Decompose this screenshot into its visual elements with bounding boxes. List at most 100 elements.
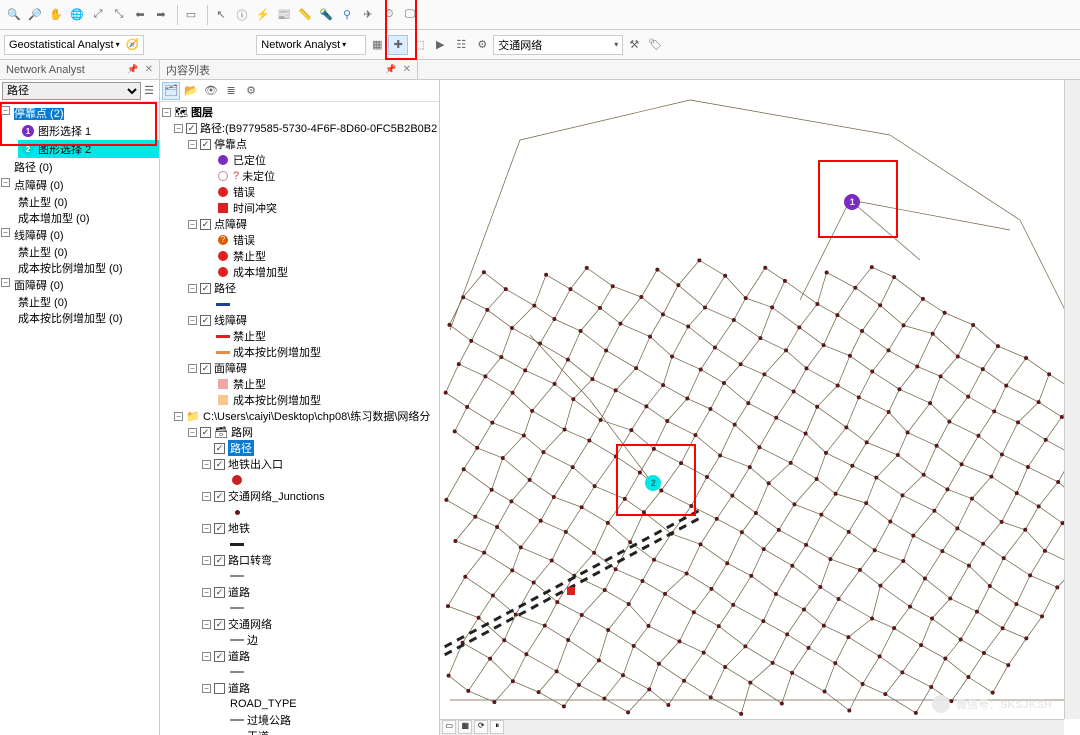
- collapse-icon[interactable]: −: [1, 228, 10, 237]
- list-by-source-icon[interactable]: 📂: [182, 82, 200, 100]
- na-layer-props-icon[interactable]: ☰: [141, 83, 157, 99]
- collapse-icon[interactable]: −: [188, 364, 197, 373]
- collapse-icon[interactable]: −: [162, 108, 171, 117]
- na-line-barriers[interactable]: 线障碍 (0): [14, 230, 64, 242]
- toc-selected-layer[interactable]: 路径: [228, 440, 254, 456]
- collapse-icon[interactable]: −: [188, 284, 197, 293]
- pause-icon[interactable]: ⏸: [490, 720, 504, 734]
- na-build-icon[interactable]: ⚒: [624, 35, 644, 55]
- collapse-icon[interactable]: −: [1, 178, 10, 187]
- close-icon[interactable]: ✕: [403, 64, 411, 75]
- na-point-barriers[interactable]: 点障碍 (0): [14, 180, 64, 192]
- time-slider-icon[interactable]: ⏱: [379, 5, 399, 25]
- checkbox[interactable]: [200, 219, 211, 230]
- list-by-selection-icon[interactable]: ≣: [222, 82, 240, 100]
- checkbox[interactable]: [200, 427, 211, 438]
- checkbox[interactable]: [186, 123, 197, 134]
- options-icon[interactable]: ⚙: [242, 82, 260, 100]
- na-props-icon[interactable]: ⚙: [472, 35, 492, 55]
- html-popup-icon[interactable]: 📰: [274, 5, 294, 25]
- checkbox[interactable]: [214, 651, 225, 662]
- geostat-analyst-menu[interactable]: Geostatistical Analyst ▾ 🧭: [4, 35, 144, 55]
- zoom-in-icon[interactable]: 🔍: [4, 5, 24, 25]
- collapse-icon[interactable]: −: [202, 652, 211, 661]
- select-icon[interactable]: ▭: [181, 5, 201, 25]
- collapse-icon[interactable]: −: [202, 556, 211, 565]
- na-directions-icon[interactable]: ☷: [451, 35, 471, 55]
- checkbox[interactable]: [214, 683, 225, 694]
- collapse-icon[interactable]: −: [202, 588, 211, 597]
- na-gb-restrict[interactable]: 禁止型 (0): [18, 294, 159, 310]
- collapse-icon[interactable]: −: [174, 412, 183, 421]
- identify-icon[interactable]: ⓘ: [232, 5, 252, 25]
- na-layer-select[interactable]: 路径: [2, 82, 141, 100]
- collapse-icon[interactable]: −: [202, 492, 211, 501]
- find-icon[interactable]: 🔦: [316, 5, 336, 25]
- layout-view-tab[interactable]: ▦: [458, 720, 472, 734]
- checkbox[interactable]: [200, 283, 211, 294]
- collapse-icon[interactable]: −: [188, 140, 197, 149]
- na-stops[interactable]: 停靠点 (2): [14, 108, 64, 120]
- list-by-drawing-icon[interactable]: 🗂: [162, 82, 180, 100]
- checkbox[interactable]: [200, 315, 211, 326]
- checkbox[interactable]: [214, 491, 225, 502]
- collapse-icon[interactable]: −: [1, 278, 10, 287]
- collapse-icon[interactable]: −: [188, 220, 197, 229]
- collapse-icon[interactable]: −: [188, 316, 197, 325]
- checkbox[interactable]: [200, 139, 211, 150]
- pan-icon[interactable]: ✋: [46, 5, 66, 25]
- back-extent-icon[interactable]: ⬅: [130, 5, 150, 25]
- fwd-extent-icon[interactable]: ➡: [151, 5, 171, 25]
- zoom-out-icon[interactable]: 🔎: [25, 5, 45, 25]
- refresh-icon[interactable]: ⟳: [474, 720, 488, 734]
- na-network-combo[interactable]: 交通网络 ▾: [493, 35, 623, 55]
- collapse-icon[interactable]: −: [202, 460, 211, 469]
- data-view-tab[interactable]: ▭: [442, 720, 456, 734]
- collapse-icon[interactable]: −: [1, 106, 10, 115]
- checkbox[interactable]: [214, 619, 225, 630]
- full-extent-icon[interactable]: 🌐: [67, 5, 87, 25]
- collapse-icon[interactable]: −: [202, 620, 211, 629]
- collapse-icon[interactable]: −: [174, 124, 183, 133]
- measure-icon[interactable]: 📏: [295, 5, 315, 25]
- na-tree[interactable]: −停靠点 (2) 1图形选择 1 2图形选择 2 路径 (0) −点障碍 (0)…: [0, 102, 159, 735]
- collapse-icon[interactable]: −: [202, 524, 211, 533]
- checkbox[interactable]: [214, 587, 225, 598]
- na-solve-icon[interactable]: ▶: [430, 35, 450, 55]
- na-create-tool-icon[interactable]: ✚: [388, 35, 408, 55]
- na-stop-1[interactable]: 1图形选择 1: [18, 122, 159, 140]
- checkbox[interactable]: [214, 443, 225, 454]
- viewer-icon[interactable]: 🖵: [400, 5, 420, 25]
- na-lb-restrict[interactable]: 禁止型 (0): [18, 244, 159, 260]
- pointer-icon[interactable]: ↖: [211, 5, 231, 25]
- close-icon[interactable]: ✕: [145, 64, 153, 75]
- checkbox[interactable]: [214, 555, 225, 566]
- fixed-zoom-out-icon[interactable]: ⤡: [109, 5, 129, 25]
- na-polygon-barriers[interactable]: 面障碍 (0): [14, 280, 64, 292]
- na-window-icon[interactable]: ▦: [367, 35, 387, 55]
- map-view[interactable]: 1 2 微信号：SKSJKSH ▭ ▦ ⟳ ⏸: [440, 80, 1080, 735]
- list-by-visibility-icon[interactable]: 👁: [202, 82, 220, 100]
- checkbox[interactable]: [214, 459, 225, 470]
- checkbox[interactable]: [200, 363, 211, 374]
- find-route-icon[interactable]: ⚲: [337, 5, 357, 25]
- collapse-icon[interactable]: −: [202, 684, 211, 693]
- pin-icon[interactable]: 📌: [385, 64, 396, 75]
- na-select-icon[interactable]: ⬚: [409, 35, 429, 55]
- na-routes[interactable]: 路径 (0): [0, 158, 159, 176]
- hyperlink-icon[interactable]: ⚡: [253, 5, 273, 25]
- toc-tree[interactable]: −🗺图层 −路径:(B9779585-5730-4F6F-8D60-0FC5B2…: [160, 102, 439, 735]
- checkbox[interactable]: [214, 523, 225, 534]
- goto-xy-icon[interactable]: ✈: [358, 5, 378, 25]
- collapse-icon[interactable]: −: [188, 428, 197, 437]
- na-pb-restrict[interactable]: 禁止型 (0): [18, 194, 159, 210]
- na-gb-cost[interactable]: 成本按比例增加型 (0): [18, 310, 159, 326]
- pin-icon[interactable]: 📌: [127, 64, 138, 75]
- na-stop-2[interactable]: 2图形选择 2: [18, 140, 159, 158]
- fixed-zoom-in-icon[interactable]: ⤢: [88, 5, 108, 25]
- vertical-scrollbar[interactable]: [1064, 80, 1080, 719]
- na-lb-cost[interactable]: 成本按比例增加型 (0): [18, 260, 159, 276]
- na-identify-icon[interactable]: 🏷: [645, 35, 665, 55]
- na-pb-cost[interactable]: 成本增加型 (0): [18, 210, 159, 226]
- horizontal-scrollbar[interactable]: [440, 719, 1064, 735]
